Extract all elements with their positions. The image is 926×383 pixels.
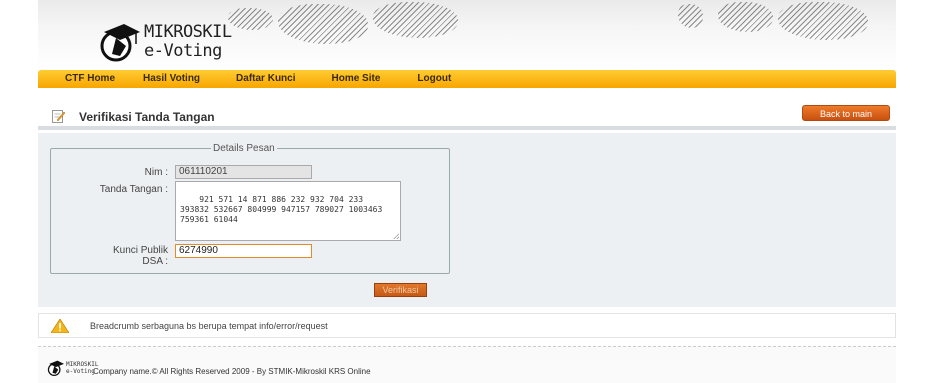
map-decoration [373, 2, 458, 38]
back-to-main-button[interactable]: Back to main [802, 105, 890, 121]
map-decoration [278, 4, 368, 44]
site-logo[interactable]: MIKROSKIL e-Voting [96, 20, 232, 64]
footer: MIKROSKIL e-Voting Company name.© All Ri… [38, 346, 896, 383]
footer-copyright: Company name.© All Rights Reserved 2009 … [93, 367, 371, 376]
page-title: Verifikasi Tanda Tangan [79, 110, 215, 124]
fieldset-legend: Details Pesan [213, 143, 275, 154]
nav-ctf-home[interactable]: CTF Home [65, 70, 115, 88]
tanda-tangan-textarea[interactable]: 921 571 14 871 886 232 932 704 233 39383… [175, 181, 401, 241]
nim-field[interactable]: 061110201 [175, 165, 312, 179]
content-panel: Details Pesan Nim : 061110201 Tanda Tang… [38, 133, 896, 307]
nav-daftar-kunci[interactable]: Daftar Kunci [236, 70, 295, 88]
page-title-bar: Verifikasi Tanda Tangan Back to main [38, 100, 896, 130]
tanda-tangan-label: Tanda Tangan : [99, 184, 168, 195]
footer-logo: MIKROSKIL e-Voting [46, 359, 99, 377]
nim-label: Nim : [144, 167, 168, 178]
resize-handle-icon[interactable] [393, 233, 399, 239]
map-decoration [778, 2, 868, 40]
edit-note-icon [52, 110, 65, 123]
nav-hasil-voting[interactable]: Hasil Voting [143, 70, 200, 88]
map-decoration [678, 4, 703, 28]
kunci-publik-label: Kunci Publik DSA : [68, 245, 168, 267]
warning-icon [51, 319, 69, 333]
kunci-publik-field[interactable]: 6274990 [175, 244, 312, 258]
breadcrumb: Breadcrumb serbaguna bs berupa tempat in… [38, 313, 896, 338]
logo-line1: MIKROSKIL [144, 22, 232, 42]
tanda-tangan-value: 921 571 14 871 886 232 932 704 233 39383… [180, 195, 388, 224]
breadcrumb-text: Breadcrumb serbaguna bs berupa tempat in… [90, 321, 328, 331]
map-decoration [718, 2, 773, 32]
header-banner: MIKROSKIL e-Voting [38, 0, 896, 70]
kunci-label-line2: DSA : [142, 256, 168, 267]
graduation-cap-icon [100, 24, 140, 62]
nav-home-site[interactable]: Home Site [332, 70, 381, 88]
graduation-cap-icon [47, 360, 64, 376]
nav-logout[interactable]: Logout [417, 70, 451, 88]
map-decoration [228, 8, 273, 30]
logo-line2: e-Voting [144, 41, 222, 61]
kunci-label-line1: Kunci Publik [112, 245, 168, 256]
verifikasi-button[interactable]: Verifikasi [374, 283, 427, 297]
main-nav: CTF Home Hasil Voting Daftar Kunci Home … [38, 70, 896, 88]
